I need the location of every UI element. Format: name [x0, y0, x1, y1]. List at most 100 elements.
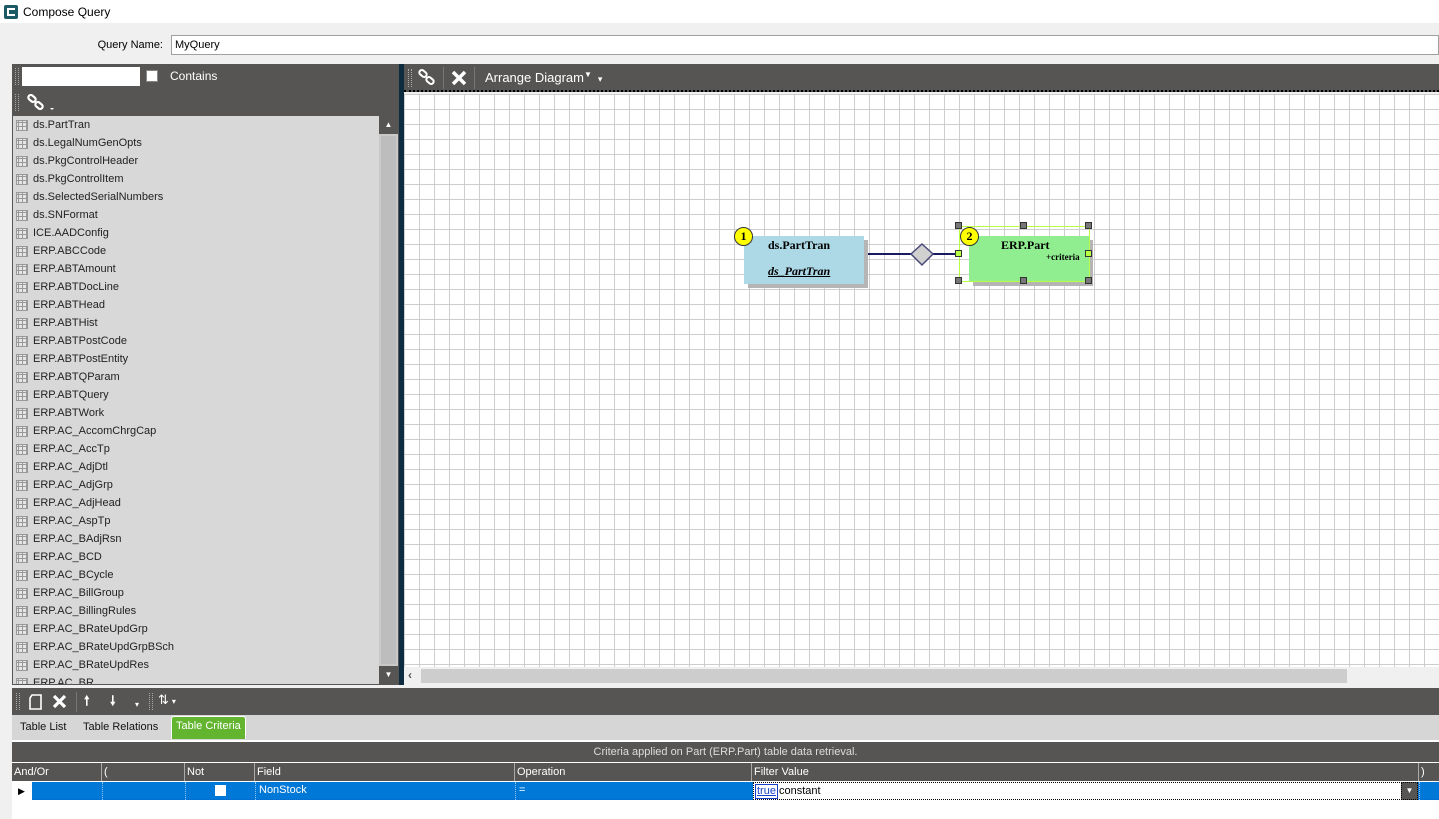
toolbar-grip[interactable] — [15, 68, 19, 85]
not-checkbox[interactable] — [215, 785, 226, 796]
delete-button[interactable] — [448, 67, 470, 89]
relation-diamond-icon — [909, 242, 935, 267]
resize-handle[interactable] — [1085, 222, 1092, 229]
resize-handle[interactable] — [1020, 222, 1027, 229]
cell-field[interactable]: NonStock — [255, 782, 515, 800]
cell-operation[interactable]: = — [515, 782, 752, 800]
table-list-item[interactable]: ERP.AC_AspTp — [13, 512, 110, 530]
table-list-item[interactable]: ERP.AC_BillGroup — [13, 584, 124, 602]
move-down-button[interactable]: 🠗 — [110, 692, 126, 712]
connection-handle[interactable] — [1085, 250, 1092, 257]
filter-value-link[interactable]: true — [755, 784, 778, 799]
cell-open-paren[interactable] — [102, 782, 185, 800]
table-list-item[interactable]: ds.SNFormat — [13, 206, 98, 224]
table-list-item[interactable]: ds.PkgControlHeader — [13, 152, 138, 170]
table-list-item-label: ERP.AC_BRateUpdGrpBSch — [33, 641, 175, 653]
title-bar: Compose Query — [0, 0, 1439, 23]
table-list-item[interactable]: ds.SelectedSerialNumbers — [13, 188, 163, 206]
table-list-item[interactable]: ERP.ABTQParam — [13, 368, 120, 386]
toolbar-grip[interactable] — [16, 693, 20, 710]
link-button[interactable] — [416, 67, 440, 89]
node-alias[interactable]: ds_PartTran — [768, 264, 830, 279]
toolbar-grip[interactable] — [408, 69, 412, 87]
overflow-dropdown-icon[interactable]: ▾ — [598, 74, 603, 84]
column-header-not[interactable]: Not — [185, 763, 255, 781]
arrange-diagram-button[interactable]: Arrange Diagram▼ ▾ — [485, 70, 602, 92]
tab-table-relations[interactable]: Table Relations — [83, 721, 158, 733]
toolbar-grip[interactable] — [149, 693, 153, 710]
scroll-left-icon[interactable]: ‹ — [408, 668, 412, 682]
table-list-item[interactable]: ERP.ABTQuery — [13, 386, 109, 404]
sort-button[interactable]: ⇅ ▾ — [158, 692, 188, 712]
table-list-item[interactable]: ERP.AC_BRateUpdGrpBSch — [13, 638, 174, 656]
table-list-item[interactable]: ERP.ABTDocLine — [13, 278, 119, 296]
column-header-close-paren[interactable]: ) — [1419, 763, 1439, 781]
table-list-item[interactable]: ERP.ABTAmount — [13, 260, 116, 278]
resize-handle[interactable] — [1085, 277, 1092, 284]
table-list-item[interactable]: ERP.AC_AdjHead — [13, 494, 121, 512]
table-list-item[interactable]: ERP.ABTPostCode — [13, 332, 127, 350]
column-header-and-or[interactable]: And/Or — [12, 763, 102, 781]
table-icon — [16, 623, 28, 635]
link-dropdown-button[interactable] — [26, 93, 56, 114]
table-list-item[interactable]: ERP.AC_AccTp — [13, 440, 110, 458]
column-header-filter-value[interactable]: Filter Value — [752, 763, 1419, 781]
table-list-item[interactable]: ERP.AC_AdjGrp — [13, 476, 113, 494]
table-list-item[interactable]: ERP.ABTHead — [13, 296, 105, 314]
table-list-item[interactable]: ERP.ABTPostEntity — [13, 350, 128, 368]
cell-close-paren[interactable] — [1419, 782, 1439, 800]
new-criteria-button[interactable] — [26, 692, 46, 712]
cell-and-or[interactable] — [32, 782, 102, 800]
table-list-item[interactable]: ERP.AC_AccomChrgCap — [13, 422, 156, 440]
table-list-item[interactable]: ERP.ABCCode — [13, 242, 106, 260]
toolbar-grip[interactable] — [15, 94, 19, 111]
delete-criteria-button[interactable] — [50, 692, 70, 712]
table-icon — [16, 335, 28, 347]
table-list-item[interactable]: ERP.AC_BRateUpdGrp — [13, 620, 148, 638]
table-list-item-label: ds.SelectedSerialNumbers — [33, 191, 164, 203]
scrollbar-thumb[interactable] — [381, 136, 396, 664]
criteria-toolbar: 🠕 🠗 ▾ ⇅ ▾ — [12, 688, 1439, 715]
table-list-item[interactable]: ERP.ABTHist — [13, 314, 98, 332]
tab-table-criteria[interactable]: Table Criteria — [171, 716, 246, 739]
cell-filter-value[interactable]: true constant ▼ — [753, 782, 1418, 800]
column-header-open-paren[interactable]: ( — [102, 763, 185, 781]
table-list-item[interactable]: ds.PartTran — [13, 116, 90, 134]
resize-handle[interactable] — [955, 277, 962, 284]
table-list-item[interactable]: ERP.AC_BCD — [13, 548, 102, 566]
criteria-row[interactable]: ▶ NonStock = true constant ▼ — [12, 782, 1439, 800]
table-list-item[interactable]: ERP.AC_BillingRules — [13, 602, 136, 620]
table-list-item[interactable]: ds.LegalNumGenOpts — [13, 134, 142, 152]
table-list-item[interactable]: ERP.AC_BAdjRsn — [13, 530, 121, 548]
row-indicator-icon[interactable]: ▶ — [12, 782, 32, 800]
cell-not[interactable] — [185, 782, 255, 800]
vertical-scrollbar[interactable]: ▲ ▼ — [379, 116, 398, 684]
connection-handle[interactable] — [955, 250, 962, 257]
table-list-item[interactable]: ERP.ABTWork — [13, 404, 104, 422]
scroll-up-button[interactable]: ▲ — [379, 116, 398, 134]
table-search-input[interactable] — [22, 67, 140, 86]
scroll-down-button[interactable]: ▼ — [379, 666, 398, 684]
column-header-field[interactable]: Field — [255, 763, 515, 781]
table-list-item[interactable]: ERP.AC_AdjDtl — [13, 458, 108, 476]
move-up-button[interactable]: 🠕 — [84, 692, 100, 712]
resize-handle[interactable] — [1020, 277, 1027, 284]
tab-table-list[interactable]: Table List — [20, 721, 66, 733]
table-list-item-label: ERP.AC_BAdjRsn — [33, 533, 122, 545]
horizontal-scrollbar[interactable]: ‹ — [404, 667, 1439, 685]
table-icon — [16, 641, 28, 653]
table-list-item[interactable]: ds.PkgControlItem — [13, 170, 123, 188]
contains-checkbox[interactable] — [146, 70, 158, 82]
column-header-operation[interactable]: Operation — [515, 763, 752, 781]
table-list-item[interactable]: ERP.AC_BRateUpdRes — [13, 656, 149, 674]
table-list-item[interactable]: ERP.AC_BCycle — [13, 566, 114, 584]
table-list-item-label: ERP.ABTPostCode — [33, 335, 127, 347]
table-list-item[interactable]: ICE.AADConfig — [13, 224, 109, 242]
diagram-canvas[interactable]: ds.PartTran ds_PartTran 1 ERP.Part +crit… — [404, 94, 1439, 667]
filter-dropdown-button[interactable]: ▼ — [1401, 782, 1418, 800]
resize-handle[interactable] — [955, 222, 962, 229]
table-list-item-label: ERP.AC_BillingRules — [33, 605, 137, 617]
scrollbar-thumb[interactable] — [421, 669, 1347, 683]
query-name-input[interactable] — [171, 35, 1439, 55]
table-list-item[interactable]: ERP.AC_BR — [13, 674, 94, 684]
